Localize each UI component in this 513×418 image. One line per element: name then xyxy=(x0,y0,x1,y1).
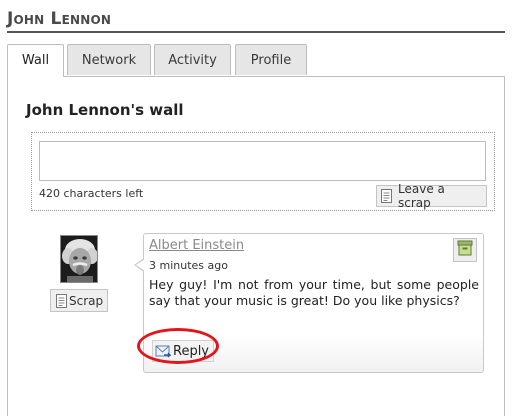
document-icon xyxy=(381,189,392,203)
mail-reply-icon xyxy=(155,344,172,358)
scrap-message: Albert Einstein 3 minutes ago Hey guy! I… xyxy=(134,233,484,373)
reply-label: Reply xyxy=(173,343,210,359)
leave-scrap-label: Leave a scrap xyxy=(398,182,445,210)
scrap-button[interactable]: Scrap xyxy=(50,289,108,312)
characters-left-counter: 420 characters left xyxy=(39,187,144,200)
tab-network[interactable]: Network xyxy=(67,44,151,75)
leave-scrap-button[interactable]: Leave a scrap xyxy=(376,182,487,210)
tab-activity[interactable]: Activity xyxy=(154,44,231,75)
scrap-compose-box: 420 characters left Leave a scrap xyxy=(31,132,495,211)
document-icon xyxy=(56,293,67,308)
avatar[interactable] xyxy=(60,235,98,283)
wall-title: John Lennon's wall xyxy=(26,101,184,119)
archive-box-icon xyxy=(457,240,473,260)
message-pointer-inner xyxy=(136,259,145,271)
reply-button[interactable]: Reply xyxy=(152,340,215,362)
tab-wall[interactable]: Wall xyxy=(7,44,64,77)
scrap-input[interactable] xyxy=(39,141,486,181)
message-timestamp: 3 minutes ago xyxy=(149,259,228,272)
scrap-button-label: Scrap xyxy=(69,293,104,308)
title-divider xyxy=(7,31,505,33)
message-text: Hey guy! I'm not from your time, but som… xyxy=(149,277,479,308)
wall-panel: John Lennon's wall 420 characters left L… xyxy=(7,76,505,416)
archive-button[interactable] xyxy=(453,238,477,262)
tab-profile[interactable]: Profile xyxy=(235,44,307,75)
author-link[interactable]: Albert Einstein xyxy=(149,238,244,253)
page-title: John Lennon xyxy=(7,9,112,29)
